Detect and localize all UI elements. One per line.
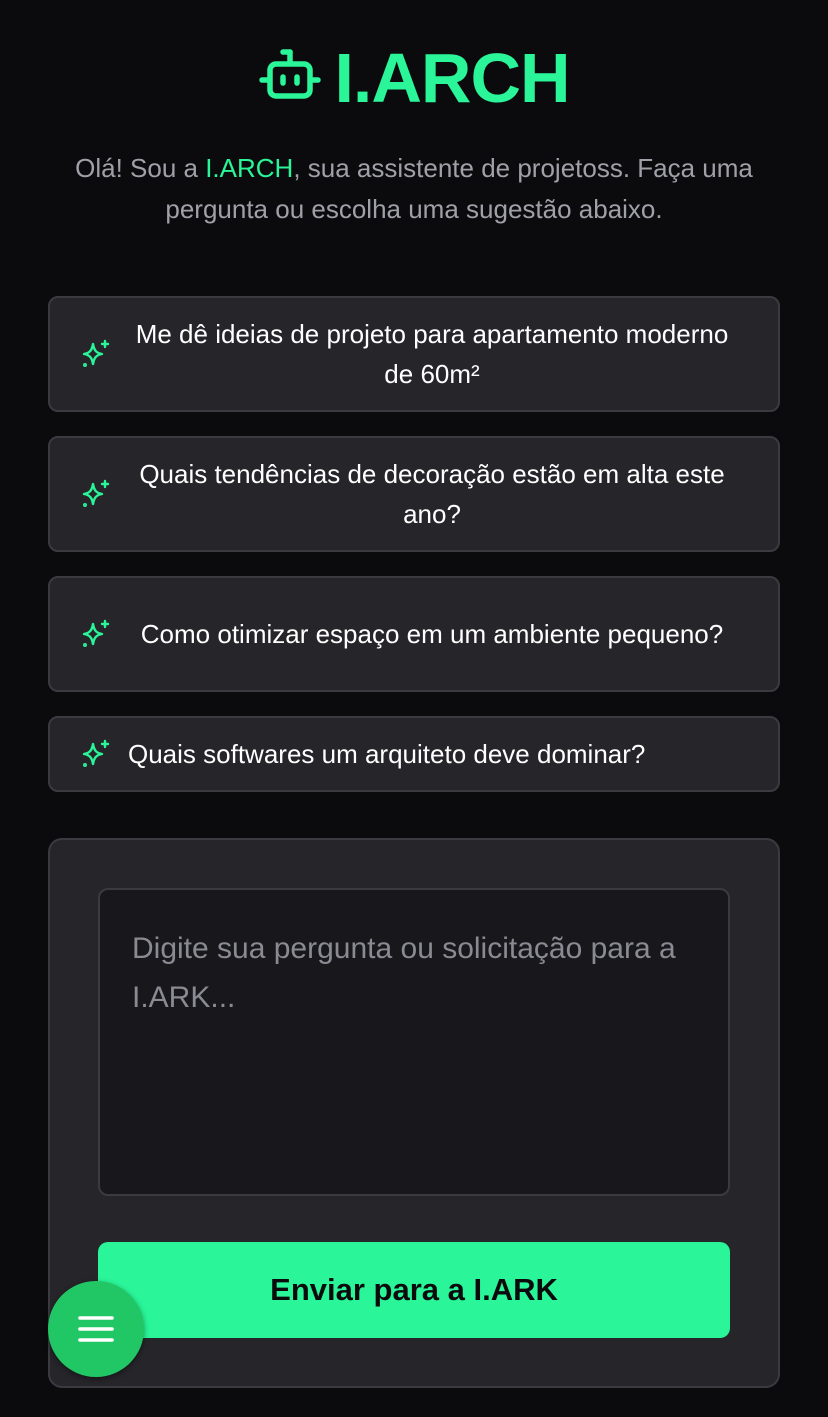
menu-icon [78,1316,114,1342]
intro-text: Olá! Sou a I.ARCH, sua assistente de pro… [48,148,780,230]
suggestion-button[interactable]: Como otimizar espaço em um ambiente pequ… [48,576,780,692]
sparkle-icon [82,339,110,368]
suggestion-label: Como otimizar espaço em um ambiente pequ… [140,619,724,649]
composer-card: Enviar para a I.ARK [48,838,780,1388]
header: I.ARCH [48,0,780,118]
suggestion-label: Quais softwares um arquiteto deve domina… [128,739,646,769]
question-input[interactable] [98,888,730,1196]
menu-fab-button[interactable] [48,1281,144,1377]
suggestion-button[interactable]: Quais softwares um arquiteto deve domina… [48,716,780,792]
sparkle-icon [82,619,110,648]
intro-highlight: I.ARCH [205,153,294,183]
suggestion-label: Quais tendências de decoração estão em a… [139,459,725,529]
suggestion-label: Me dê ideias de projeto para apartamento… [135,319,729,389]
brand-title: I.ARCH [334,39,570,117]
suggestion-list: Me dê ideias de projeto para apartamento… [48,296,780,792]
sparkle-icon [82,739,110,768]
sparkle-icon [82,479,110,508]
page: I.ARCH Olá! Sou a I.ARCH, sua assistente… [0,0,828,1417]
send-button[interactable]: Enviar para a I.ARK [98,1242,730,1338]
suggestion-button[interactable]: Quais tendências de decoração estão em a… [48,436,780,552]
intro-prefix: Olá! Sou a [75,153,206,183]
robot-icon [259,49,322,99]
suggestion-button[interactable]: Me dê ideias de projeto para apartamento… [48,296,780,412]
